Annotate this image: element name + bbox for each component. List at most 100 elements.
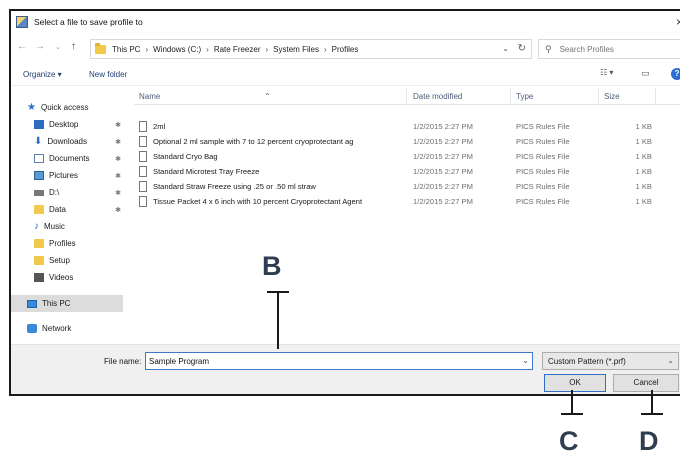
sidebar-item-setup[interactable]: Setup: [11, 252, 123, 269]
column-header-date[interactable]: Date modified: [413, 92, 462, 101]
breadcrumb-system-files[interactable]: System Files: [273, 45, 319, 54]
back-arrow-icon[interactable]: ←: [17, 41, 27, 52]
callout-marker-c: [571, 390, 573, 414]
view-options-icon[interactable]: ☷ ▾: [600, 68, 613, 77]
pin-icon[interactable]: ✱: [115, 121, 121, 129]
file-type: PICS Rules File: [516, 152, 570, 161]
search-input[interactable]: [559, 44, 670, 54]
pin-icon[interactable]: ✱: [115, 206, 121, 214]
file-date: 1/2/2015 2:27 PM: [413, 167, 473, 176]
file-row[interactable]: Optional 2 ml sample with 7 to 12 percen…: [134, 134, 680, 149]
sidebar-item-label: Downloads: [47, 137, 87, 146]
column-divider[interactable]: [655, 88, 656, 105]
file-date: 1/2/2015 2:27 PM: [413, 182, 473, 191]
sidebar-item-network[interactable]: Network: [11, 320, 123, 337]
file-row[interactable]: Standard Microtest Tray Freeze 1/2/2015 …: [134, 164, 680, 179]
file-row[interactable]: Standard Straw Freeze using .25 or .50 m…: [134, 179, 680, 194]
file-row[interactable]: 2ml 1/2/2015 2:27 PM PICS Rules File 1 K…: [134, 119, 680, 134]
star-icon: ★: [27, 102, 36, 113]
folder-icon: [34, 239, 44, 248]
ok-button[interactable]: OK: [544, 374, 606, 392]
callout-marker-d: [651, 390, 653, 414]
file-type: PICS Rules File: [516, 197, 570, 206]
chevron-down-icon[interactable]: ⌄: [522, 356, 529, 365]
pin-icon[interactable]: ✱: [115, 189, 121, 197]
desktop-icon: [34, 120, 44, 129]
file-name: 2ml: [153, 122, 166, 131]
sidebar-item-this-pc[interactable]: This PC: [11, 295, 123, 312]
network-icon: [27, 324, 37, 333]
sort-ascending-icon: ⌃: [264, 92, 271, 101]
file-type-value: Custom Pattern (*.prf): [548, 357, 626, 366]
sidebar-item-pictures[interactable]: Pictures ✱: [11, 167, 123, 184]
file-size: 1 KB: [635, 167, 652, 176]
filename-label: File name:: [104, 357, 142, 366]
sidebar-item-downloads[interactable]: ⬇ Downloads ✱: [11, 133, 123, 150]
sidebar-item-label: Quick access: [40, 103, 89, 112]
drive-icon: [34, 189, 44, 196]
callout-marker-d: [641, 413, 663, 415]
file-type: PICS Rules File: [516, 167, 570, 176]
breadcrumb-windows-c[interactable]: Windows (C:): [153, 45, 201, 54]
sidebar-item-desktop[interactable]: Desktop ✱: [11, 116, 123, 133]
file-date: 1/2/2015 2:27 PM: [413, 152, 473, 161]
sidebar-item-videos[interactable]: Videos: [11, 269, 123, 286]
sidebar-item-label: Data: [49, 205, 66, 214]
cancel-button[interactable]: Cancel: [613, 374, 679, 392]
address-dropdown-chevron-icon[interactable]: ⌄: [502, 44, 509, 53]
filename-field[interactable]: ⌄: [145, 352, 533, 370]
sidebar-item-quick-access[interactable]: ★ Quick access: [11, 99, 123, 116]
filename-input[interactable]: [149, 356, 509, 366]
help-icon[interactable]: ?: [671, 68, 680, 80]
address-row: ← → ⌄ ↑ This PC › Windows (C:) › Rate Fr…: [11, 37, 680, 61]
new-folder-button[interactable]: New folder: [89, 70, 127, 79]
address-bar[interactable]: This PC › Windows (C:) › Rate Freezer › …: [90, 39, 532, 59]
file-row[interactable]: Tissue Packet 4 x 6 inch with 10 percent…: [134, 194, 680, 209]
app-icon: [16, 16, 28, 28]
breadcrumb-profiles[interactable]: Profiles: [332, 45, 359, 54]
folder-icon: [34, 205, 44, 214]
file-icon: [139, 196, 147, 207]
recent-locations-chevron-icon[interactable]: ⌄: [55, 43, 61, 51]
file-date: 1/2/2015 2:27 PM: [413, 122, 473, 131]
search-icon: ⚲: [545, 43, 552, 54]
sidebar-item-documents[interactable]: Documents ✱: [11, 150, 123, 167]
pin-icon[interactable]: ✱: [115, 138, 121, 146]
refresh-icon[interactable]: ↻: [518, 43, 526, 54]
pin-icon[interactable]: ✱: [115, 172, 121, 180]
up-arrow-icon[interactable]: ↑: [71, 41, 76, 52]
callout-label-b: B: [262, 251, 282, 281]
column-header-type[interactable]: Type: [516, 92, 533, 101]
breadcrumb-separator: ›: [206, 44, 209, 54]
videos-icon: [34, 273, 44, 282]
sidebar-item-data[interactable]: Data ✱: [11, 201, 123, 218]
sidebar-item-music[interactable]: ♪ Music: [11, 218, 123, 235]
column-divider[interactable]: [598, 88, 599, 105]
file-name: Tissue Packet 4 x 6 inch with 10 percent…: [153, 197, 363, 206]
sidebar-item-label: This PC: [42, 299, 71, 308]
breadcrumb-this-pc[interactable]: This PC: [112, 45, 140, 54]
file-date: 1/2/2015 2:27 PM: [413, 197, 473, 206]
sidebar-item-profiles[interactable]: Profiles: [11, 235, 123, 252]
pin-icon[interactable]: ✱: [115, 155, 121, 163]
search-box[interactable]: ⚲: [538, 39, 680, 59]
column-header-name[interactable]: Name: [139, 92, 160, 101]
file-row[interactable]: Standard Cryo Bag 1/2/2015 2:27 PM PICS …: [134, 149, 680, 164]
preview-pane-icon[interactable]: ▭: [641, 68, 650, 79]
callout-marker-c: [561, 413, 583, 415]
file-icon: [139, 121, 147, 132]
sidebar-item-label: Setup: [49, 256, 70, 265]
column-divider[interactable]: [510, 88, 511, 105]
breadcrumb-rate-freezer[interactable]: Rate Freezer: [214, 45, 261, 54]
column-divider[interactable]: [406, 88, 407, 105]
file-type-select[interactable]: Custom Pattern (*.prf) ⌄: [542, 352, 679, 370]
file-name: Standard Straw Freeze using .25 or .50 m…: [153, 182, 316, 191]
organize-button[interactable]: Organize ▾: [23, 70, 62, 79]
column-header-size[interactable]: Size: [604, 92, 620, 101]
sidebar-item-d-drive[interactable]: D:\ ✱: [11, 184, 123, 201]
file-icon: [139, 166, 147, 177]
file-type: PICS Rules File: [516, 182, 570, 191]
folder-icon: [95, 42, 106, 54]
forward-arrow-icon[interactable]: →: [35, 41, 45, 52]
close-icon[interactable]: ×: [676, 15, 680, 29]
